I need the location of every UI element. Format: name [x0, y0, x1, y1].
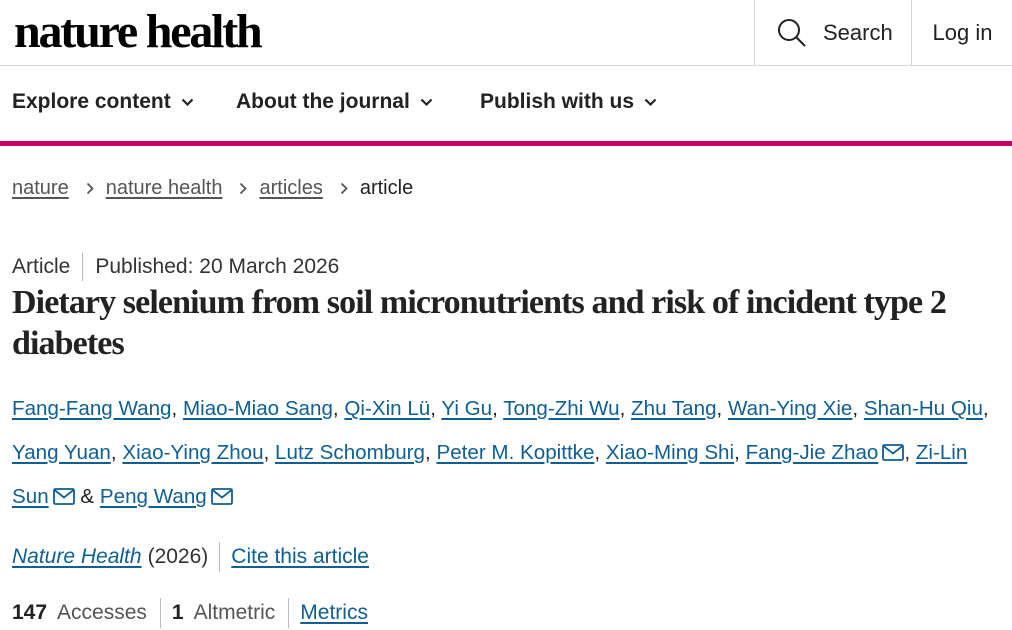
author-separator: ,: [171, 397, 178, 420]
author-link[interactable]: Lutz Schomburg: [275, 441, 425, 464]
site-header: nature health Search Log in: [0, 0, 1012, 66]
author-link[interactable]: Tong-Zhi Wu: [503, 397, 619, 420]
search-label: Search: [823, 19, 893, 45]
author-last-separator: &: [80, 485, 95, 508]
metrics-row: 147 Accesses 1 Altmetric Metrics: [12, 598, 368, 628]
email-icon[interactable]: [882, 444, 905, 461]
metrics-link[interactable]: Metrics: [300, 601, 368, 625]
article-meta: Article Published: 20 March 2026: [12, 253, 339, 281]
nav-label: Explore content: [12, 90, 171, 113]
nav-explore-content[interactable]: Explore content: [12, 90, 194, 114]
nav-label: About the journal: [236, 90, 410, 113]
citation-row: Nature Health (2026) Cite this article: [12, 542, 369, 572]
chevron-down-icon: [420, 98, 433, 106]
author-link[interactable]: Peter M. Kopittke: [436, 441, 594, 464]
journal-link[interactable]: Nature Health: [12, 545, 142, 569]
search-button[interactable]: Search: [754, 0, 912, 65]
publication-year: (2026): [147, 545, 209, 568]
author-separator: ,: [430, 397, 436, 420]
author-link[interactable]: Shan-Hu Qiu: [864, 397, 983, 420]
author-separator: ,: [110, 441, 117, 464]
chevron-right-icon: [86, 182, 94, 195]
author-separator: ,: [594, 441, 601, 464]
cite-article-link[interactable]: Cite this article: [231, 545, 369, 569]
login-button[interactable]: Log in: [911, 0, 1012, 65]
published-date: Published: 20 March 2026: [95, 255, 340, 278]
author-link[interactable]: Peng Wang: [100, 485, 207, 508]
altmetric-label: Altmetric: [193, 601, 276, 624]
search-icon: [778, 18, 806, 47]
breadcrumb-nature[interactable]: nature: [12, 177, 69, 200]
chevron-down-icon: [181, 98, 193, 106]
author-list: Fang-Fang Wang, Miao-Miao Sang, Qi-Xin L…: [12, 387, 1007, 519]
author-separator: ,: [716, 397, 723, 420]
divider: [82, 253, 84, 281]
author-link[interactable]: Xiao-Ying Zhou: [122, 441, 263, 464]
author-separator: ,: [734, 441, 740, 464]
author-separator: ,: [492, 397, 498, 420]
chevron-right-icon: [239, 182, 248, 195]
divider: [288, 598, 290, 628]
chevron-down-icon: [644, 98, 657, 106]
author-separator: ,: [332, 397, 339, 420]
author-separator: ,: [263, 441, 270, 464]
author-link[interactable]: Zhu Tang: [631, 397, 717, 420]
author-link[interactable]: Yi Gu: [441, 397, 492, 420]
author-link[interactable]: Fang-Jie Zhao: [746, 441, 879, 464]
nav-about-journal[interactable]: About the journal: [236, 90, 433, 114]
author-separator: ,: [425, 441, 431, 464]
nav-label: Publish with us: [480, 90, 635, 113]
author-link[interactable]: Qi-Xin Lü: [344, 397, 430, 420]
breadcrumb-nature-health[interactable]: nature health: [106, 177, 223, 200]
author-link[interactable]: Wan-Ying Xie: [728, 397, 852, 420]
author-link[interactable]: Yang Yuan: [12, 441, 111, 464]
email-icon[interactable]: [210, 488, 233, 505]
accesses-label: Accesses: [57, 601, 147, 624]
author-separator: ,: [619, 397, 626, 420]
article-title: Dietary selenium from soil micronutrient…: [12, 284, 947, 362]
article-type: Article: [12, 255, 71, 278]
divider: [219, 542, 221, 572]
altmetric-count: 1: [171, 601, 184, 624]
author-link[interactable]: Xiao-Ming Shi: [606, 441, 734, 464]
chevron-right-icon: [340, 182, 348, 195]
author-link[interactable]: Miao-Miao Sang: [183, 397, 333, 420]
breadcrumb: nature nature health articles article: [12, 177, 413, 200]
breadcrumb-articles[interactable]: articles: [259, 177, 322, 200]
accesses-count: 147: [12, 601, 48, 624]
nav-publish-with-us[interactable]: Publish with us: [480, 90, 657, 114]
author-link[interactable]: Fang-Fang Wang: [12, 397, 172, 420]
breadcrumb-current: article: [359, 177, 414, 199]
site-logo[interactable]: nature health: [14, 2, 263, 62]
author-separator: ,: [982, 397, 989, 420]
email-icon[interactable]: [52, 488, 75, 505]
author-separator: ,: [852, 397, 859, 420]
divider: [159, 598, 161, 628]
author-separator: ,: [904, 441, 911, 464]
accent-bar: [0, 141, 1012, 146]
main-nav: Explore content About the journal Publis…: [0, 66, 1012, 142]
